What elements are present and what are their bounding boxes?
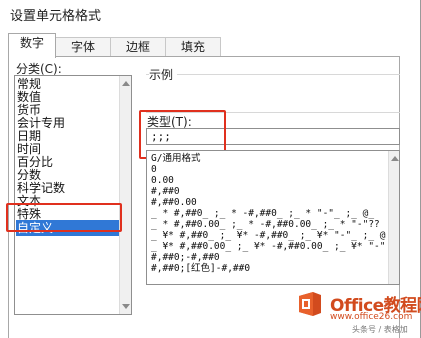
format-cells-dialog: 设置单元格格式 数字 字体 边框 填充 分类(C): 常规 数值 货币 会计专用… [0, 0, 421, 338]
format-code-item[interactable]: G/通用格式 [151, 153, 200, 164]
format-code-item[interactable]: _ ¥* #,##0.00_ ;_ ¥* -#,##0.00_ ;_ ¥* "-… [151, 241, 386, 252]
format-code-item[interactable]: 0 [151, 164, 157, 175]
watermark-url: www.office26.com [330, 312, 413, 322]
scroll-up-icon[interactable] [391, 156, 399, 161]
watermark-credit: 头条号 / 表格加 [352, 325, 408, 334]
format-code-item[interactable]: #,##0;-#,##0 [151, 252, 220, 263]
tab-number[interactable]: 数字 [8, 33, 56, 58]
tab-border[interactable]: 边框 [110, 37, 166, 57]
category-list[interactable]: 常规 数值 货币 会计专用 日期 时间 百分比 分数 科学记数 文本 特殊 自定… [14, 75, 132, 315]
custom-category-highlight [6, 203, 122, 232]
format-code-list[interactable]: G/通用格式 0 0.00 #,##0 #,##0.00 _ * #,##0_ … [146, 150, 400, 285]
sample-label: 示例 [149, 66, 178, 83]
dialog-title: 设置单元格格式 [10, 9, 102, 24]
format-code-item[interactable]: #,##0;[红色]-#,##0 [151, 263, 250, 274]
format-code-item[interactable]: _ * #,##0.00_ ;_ * -#,##0.00_ ;_ * "-"?? [151, 219, 380, 230]
format-code-item[interactable]: #,##0 [151, 186, 180, 197]
scroll-down-icon[interactable] [122, 304, 130, 309]
format-code-scrollbar[interactable] [388, 151, 399, 284]
format-code-item[interactable]: #,##0.00 [151, 197, 197, 208]
format-code-item[interactable]: 0.00 [151, 175, 174, 186]
sample-divider [146, 74, 400, 75]
scroll-up-icon[interactable] [122, 81, 130, 86]
tab-font[interactable]: 字体 [55, 37, 111, 57]
tab-fill[interactable]: 填充 [165, 37, 221, 57]
format-code-item[interactable]: _ ¥* #,##0_ ;_ ¥* -#,##0_ ;_ ¥* "-"_ ;_ … [151, 230, 386, 241]
format-code-item[interactable]: _ * #,##0_ ;_ * -#,##0_ ;_ * "-"_ ;_ @_ [151, 208, 374, 219]
category-scrollbar[interactable] [119, 76, 131, 314]
office-logo-icon [299, 292, 321, 316]
